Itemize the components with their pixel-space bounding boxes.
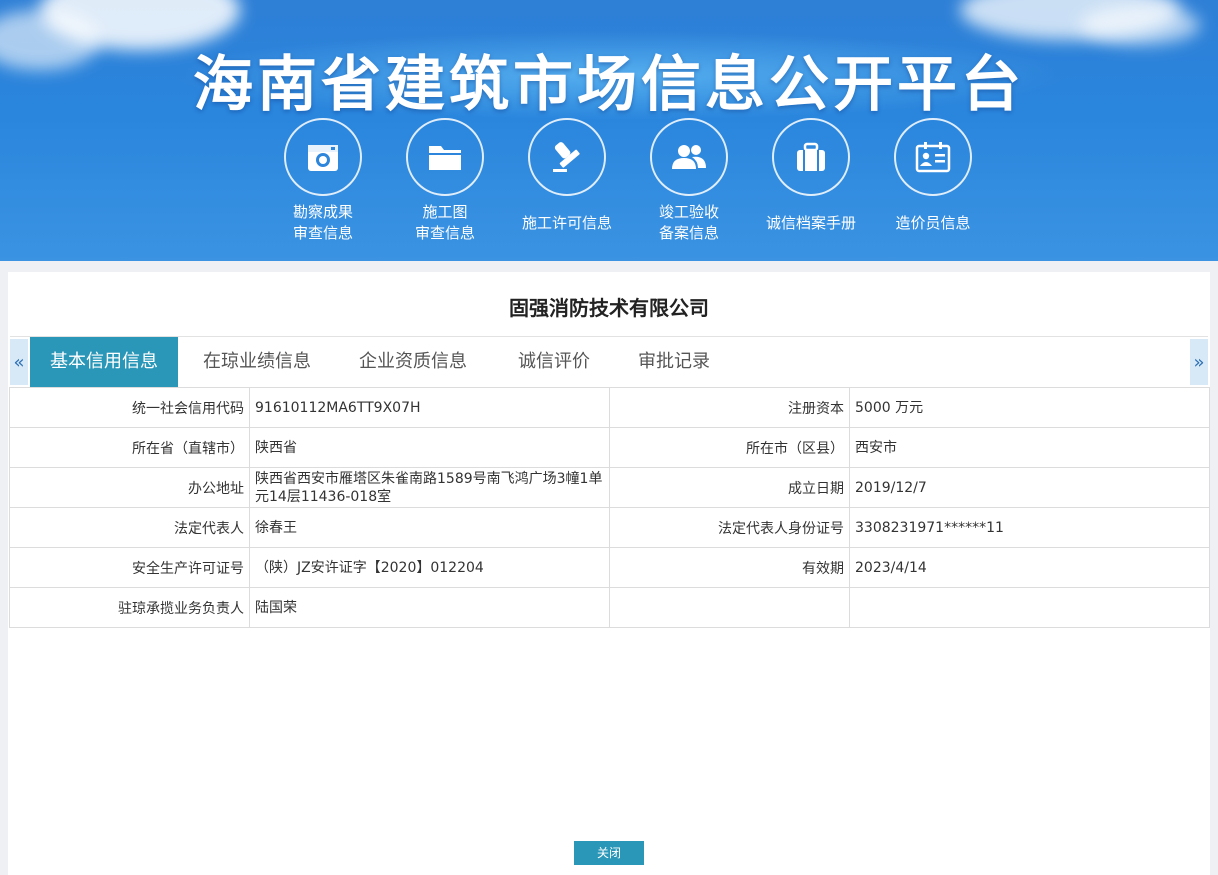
main-nav: 勘察成果 审查信息 施工图 审查信息 施工许可信息 竣工验收 备案信息 诚信档案…: [262, 118, 972, 248]
detail-panel: 固强消防技术有限公司 « 基本信用信息 在琼业绩信息 企业资质信息 诚信评价 审…: [8, 272, 1210, 875]
nav-construction-permit[interactable]: 施工许可信息: [506, 118, 628, 244]
id-card-icon: [894, 118, 972, 196]
field-label: 驻琼承揽业务负责人: [9, 587, 250, 628]
table-row: 统一社会信用代码 91610112MA6TT9X07H 注册资本 5000 万元: [9, 387, 1210, 428]
nav-label: 竣工验收 备案信息: [658, 203, 719, 242]
field-label: 有效期: [609, 547, 850, 588]
nav-label: 勘察成果 审查信息: [292, 203, 353, 242]
field-label: [609, 587, 850, 628]
tab-qualification[interactable]: 企业资质信息: [348, 337, 478, 387]
field-value: [849, 587, 1210, 628]
field-value: 91610112MA6TT9X07H: [249, 387, 610, 428]
site-title: 海南省建筑市场信息公开平台: [193, 50, 1025, 120]
nav-credit-handbook[interactable]: 诚信档案手册: [750, 118, 872, 244]
briefcase-icon: [772, 118, 850, 196]
users-icon: [650, 118, 728, 196]
stamp-icon: [528, 118, 606, 196]
field-value: 2023/4/14: [849, 547, 1210, 588]
basic-info-table: 统一社会信用代码 91610112MA6TT9X07H 注册资本 5000 万元…: [9, 387, 1210, 628]
nav-cost-engineer[interactable]: 造价员信息: [872, 118, 994, 244]
field-value: 3308231971******11: [849, 507, 1210, 548]
field-label: 办公地址: [9, 467, 250, 508]
header-banner: 海南省建筑市场信息公开平台 勘察成果 审查信息 施工图 审查信息 施工许可信息 …: [0, 0, 1218, 261]
tab-credit-evaluation[interactable]: 诚信评价: [504, 337, 604, 387]
tab-bar: « 基本信用信息 在琼业绩信息 企业资质信息 诚信评价 审批记录 »: [10, 336, 1208, 388]
table-row: 安全生产许可证号 （陕）JZ安许证字【2020】012204 有效期 2023/…: [9, 547, 1210, 588]
table-row: 办公地址 陕西省西安市雁塔区朱雀南路1589号南飞鸿广场3幢1单元14层1143…: [9, 467, 1210, 508]
nav-label: 诚信档案手册: [765, 213, 856, 232]
camera-icon: [284, 118, 362, 196]
tab-approval-records[interactable]: 审批记录: [624, 337, 724, 387]
field-label: 法定代表人身份证号: [609, 507, 850, 548]
table-row: 法定代表人 徐春王 法定代表人身份证号 3308231971******11: [9, 507, 1210, 548]
tab-hainan-performance[interactable]: 在琼业绩信息: [192, 337, 322, 387]
table-row: 驻琼承揽业务负责人 陆国荣: [9, 587, 1210, 628]
close-button[interactable]: 关闭: [574, 841, 644, 865]
field-value: 陕西省: [249, 427, 610, 468]
nav-completion-filing[interactable]: 竣工验收 备案信息: [628, 118, 750, 244]
field-value: 陕西省西安市雁塔区朱雀南路1589号南飞鸿广场3幢1单元14层11436-018…: [249, 467, 610, 508]
field-label: 安全生产许可证号: [9, 547, 250, 588]
tab-basic-credit[interactable]: 基本信用信息: [30, 337, 178, 387]
field-label: 所在省（直辖市）: [9, 427, 250, 468]
field-label: 注册资本: [609, 387, 850, 428]
nav-drawing-review[interactable]: 施工图 审查信息: [384, 118, 506, 244]
field-value: 徐春王: [249, 507, 610, 548]
field-value: 西安市: [849, 427, 1210, 468]
folder-icon: [406, 118, 484, 196]
table-row: 所在省（直辖市） 陕西省 所在市（区县） 西安市: [9, 427, 1210, 468]
field-value: 2019/12/7: [849, 467, 1210, 508]
field-label: 成立日期: [609, 467, 850, 508]
field-value: 5000 万元: [849, 387, 1210, 428]
field-value: （陕）JZ安许证字【2020】012204: [249, 547, 610, 588]
field-label: 统一社会信用代码: [9, 387, 250, 428]
tab-prev-button[interactable]: «: [10, 339, 28, 385]
company-name: 固强消防技术有限公司: [509, 296, 709, 320]
nav-survey-review[interactable]: 勘察成果 审查信息: [262, 118, 384, 244]
nav-label: 施工图 审查信息: [414, 203, 475, 242]
tab-next-button[interactable]: »: [1190, 339, 1208, 385]
nav-label: 施工许可信息: [521, 213, 612, 232]
field-value: 陆国荣: [249, 587, 610, 628]
field-label: 所在市（区县）: [609, 427, 850, 468]
nav-label: 造价员信息: [895, 213, 971, 232]
field-label: 法定代表人: [9, 507, 250, 548]
